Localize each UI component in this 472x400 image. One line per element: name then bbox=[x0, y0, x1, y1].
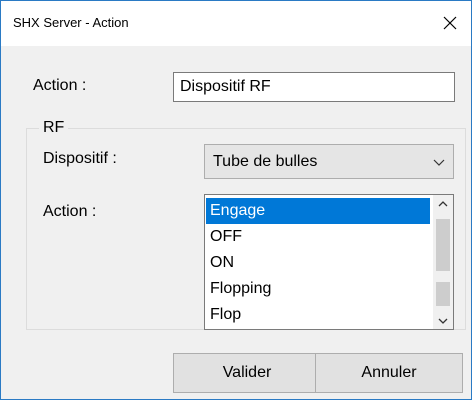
device-label: Dispositif : bbox=[43, 150, 117, 167]
rf-action-listbox[interactable]: Engage OFF ON Flopping Flop bbox=[204, 194, 454, 330]
rf-group-legend: RF bbox=[39, 119, 69, 137]
chevron-down-icon bbox=[433, 159, 445, 166]
close-icon bbox=[443, 16, 457, 30]
title-bar[interactable]: SHX Server - Action bbox=[1, 1, 471, 46]
list-item-flop[interactable]: Flop bbox=[206, 302, 430, 328]
scroll-up-button[interactable] bbox=[433, 195, 453, 212]
dialog-window: SHX Server - Action Action : Dispositif … bbox=[0, 0, 472, 400]
scrollbar-thumb-lower[interactable] bbox=[436, 282, 450, 306]
validate-button[interactable]: Valider bbox=[173, 353, 321, 393]
action-name-field[interactable]: Dispositif RF bbox=[173, 72, 455, 102]
list-item-flopping[interactable]: Flopping bbox=[206, 276, 430, 302]
list-item-off[interactable]: OFF bbox=[206, 224, 430, 250]
list-item-engage[interactable]: Engage bbox=[206, 198, 430, 224]
scroll-down-button[interactable] bbox=[433, 312, 453, 329]
cancel-button[interactable]: Annuler bbox=[315, 353, 463, 393]
window-title: SHX Server - Action bbox=[13, 15, 129, 30]
rf-action-label: Action : bbox=[43, 203, 97, 220]
scroll-up-arrow-icon bbox=[438, 200, 448, 206]
listbox-scrollbar[interactable] bbox=[433, 195, 453, 329]
device-dropdown[interactable]: Tube de bulles bbox=[204, 144, 454, 179]
device-dropdown-value: Tube de bulles bbox=[213, 153, 318, 170]
list-item-on[interactable]: ON bbox=[206, 250, 430, 276]
close-button[interactable] bbox=[429, 1, 471, 45]
scrollbar-thumb[interactable] bbox=[436, 219, 450, 271]
scroll-down-arrow-icon bbox=[438, 318, 448, 324]
action-name-label: Action : bbox=[33, 77, 87, 94]
